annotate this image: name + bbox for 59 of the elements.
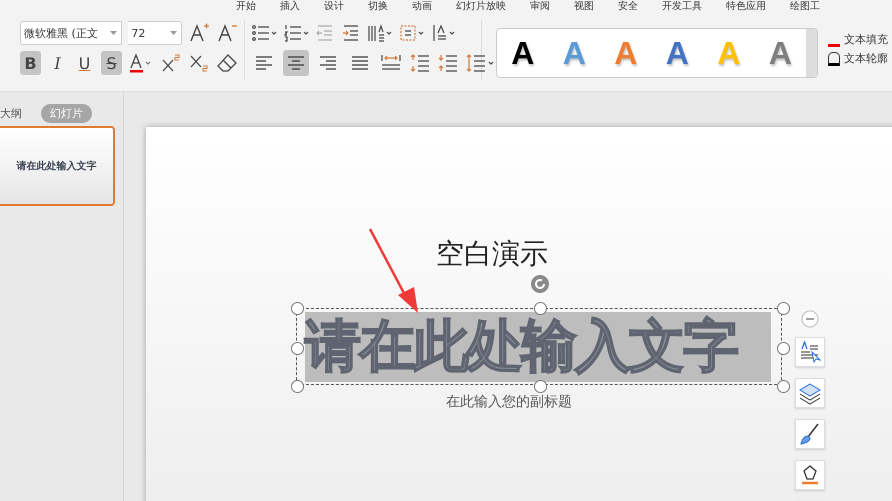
slide-title: 空白演示 bbox=[436, 236, 548, 272]
columns-icon[interactable] bbox=[367, 23, 393, 43]
text-style-option[interactable]: A bbox=[511, 34, 534, 72]
menu-tab[interactable]: 审阅 bbox=[530, 0, 550, 14]
text-box-icon[interactable] bbox=[399, 23, 425, 43]
menu-tab[interactable]: 设计 bbox=[324, 0, 344, 14]
resize-handle[interactable] bbox=[777, 380, 790, 393]
italic-button[interactable]: I bbox=[47, 51, 68, 75]
thumbnail-text: 请在此处输入文字 bbox=[16, 159, 96, 173]
text-fill-button[interactable]: 文本填充 bbox=[828, 32, 888, 47]
spacing-options-icon[interactable] bbox=[465, 52, 495, 74]
increase-indent-icon[interactable] bbox=[341, 23, 361, 43]
gallery-scrollbar[interactable] bbox=[806, 29, 817, 77]
menu-tab[interactable]: 特色应用 bbox=[726, 0, 766, 14]
resize-handle[interactable] bbox=[777, 342, 790, 355]
shape-outline-icon[interactable] bbox=[795, 460, 825, 490]
resize-handle[interactable] bbox=[291, 380, 304, 393]
menu-tab[interactable]: 开始 bbox=[236, 0, 256, 14]
superscript-icon[interactable] bbox=[160, 52, 182, 74]
caret-icon bbox=[170, 31, 177, 35]
menu-tab[interactable]: 动画 bbox=[412, 0, 432, 14]
menu-tab[interactable]: 视图 bbox=[574, 0, 594, 14]
menu-tab[interactable]: 幻灯片放映 bbox=[456, 0, 506, 14]
rotate-handle-icon[interactable] bbox=[530, 274, 550, 294]
eraser-icon[interactable] bbox=[216, 52, 238, 74]
brush-icon[interactable] bbox=[795, 419, 825, 449]
line-spacing-icon[interactable] bbox=[409, 52, 431, 74]
text-outline-button[interactable]: 文本轮廓 bbox=[828, 51, 888, 66]
text-style-option[interactable]: A bbox=[666, 34, 689, 72]
underline-button[interactable]: U bbox=[74, 51, 95, 75]
bullet-list-icon[interactable] bbox=[251, 23, 277, 43]
align-center-button[interactable] bbox=[283, 50, 309, 76]
panel-tab[interactable]: 大纲 bbox=[0, 104, 31, 122]
font-family-dropdown[interactable]: 微软雅黑 (正文 bbox=[20, 21, 122, 45]
resize-handle[interactable] bbox=[291, 342, 304, 355]
menu-tab[interactable]: 安全 bbox=[618, 0, 638, 14]
menu-tab[interactable]: 开发工具 bbox=[662, 0, 702, 14]
text-style-option[interactable]: A bbox=[768, 34, 792, 72]
text-direction-icon[interactable] bbox=[431, 23, 457, 43]
font-size-dropdown[interactable]: 72 bbox=[128, 21, 182, 45]
slide-thumbnail[interactable]: 请在此处输入文字 bbox=[0, 126, 115, 206]
menu-tab[interactable]: 切换 bbox=[368, 0, 388, 14]
menu-tab[interactable]: 绘图工 bbox=[790, 0, 820, 14]
resize-handle[interactable] bbox=[534, 380, 547, 393]
collapse-icon[interactable] bbox=[801, 310, 819, 328]
menu-tab[interactable]: 插入 bbox=[280, 0, 300, 14]
paragraph-spacing-icon[interactable] bbox=[437, 52, 459, 74]
layers-icon[interactable] bbox=[795, 378, 825, 408]
numbered-list-icon[interactable] bbox=[283, 23, 309, 43]
text-format-icon[interactable] bbox=[795, 337, 825, 367]
bold-button[interactable]: B bbox=[20, 51, 41, 75]
caret-icon bbox=[110, 31, 118, 35]
grow-font-icon[interactable] bbox=[188, 22, 210, 44]
resize-handle[interactable] bbox=[777, 302, 790, 315]
slide-subtitle: 在此输入您的副标题 bbox=[446, 393, 572, 411]
strike-button[interactable]: S bbox=[101, 51, 122, 75]
resize-handle[interactable] bbox=[534, 302, 547, 315]
resize-handle[interactable] bbox=[291, 302, 304, 315]
shrink-font-icon[interactable] bbox=[216, 22, 238, 44]
